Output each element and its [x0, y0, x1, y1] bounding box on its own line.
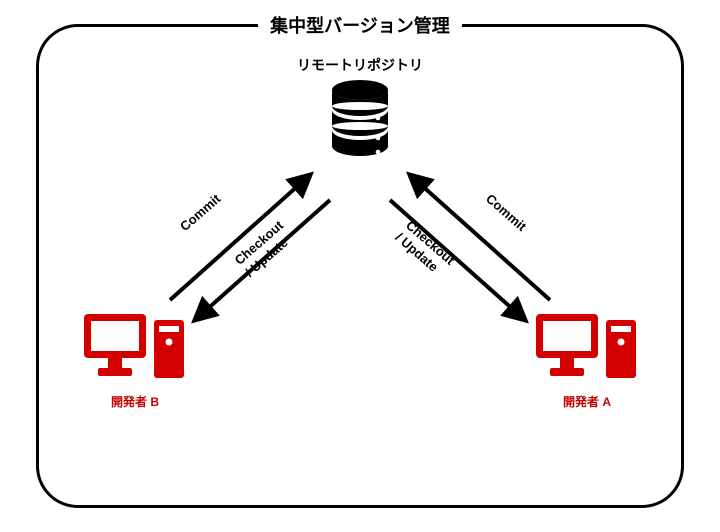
database-icon [329, 80, 391, 160]
computer-icon [82, 369, 188, 386]
developer-b: 開発者 B [82, 310, 188, 410]
diagram-title: 集中型バージョン管理 [258, 12, 462, 38]
diagram-title-wrap: 集中型バージョン管理 [0, 12, 720, 38]
remote-repo-label: リモートリポジトリ [0, 55, 720, 75]
diagram-canvas: 集中型バージョン管理 リモートリポジトリ [0, 0, 720, 532]
computer-icon [534, 369, 640, 386]
developer-a-label: 開発者 A [534, 393, 640, 410]
developer-a: 開発者 A [534, 310, 640, 410]
developer-b-label: 開発者 B [82, 393, 188, 410]
